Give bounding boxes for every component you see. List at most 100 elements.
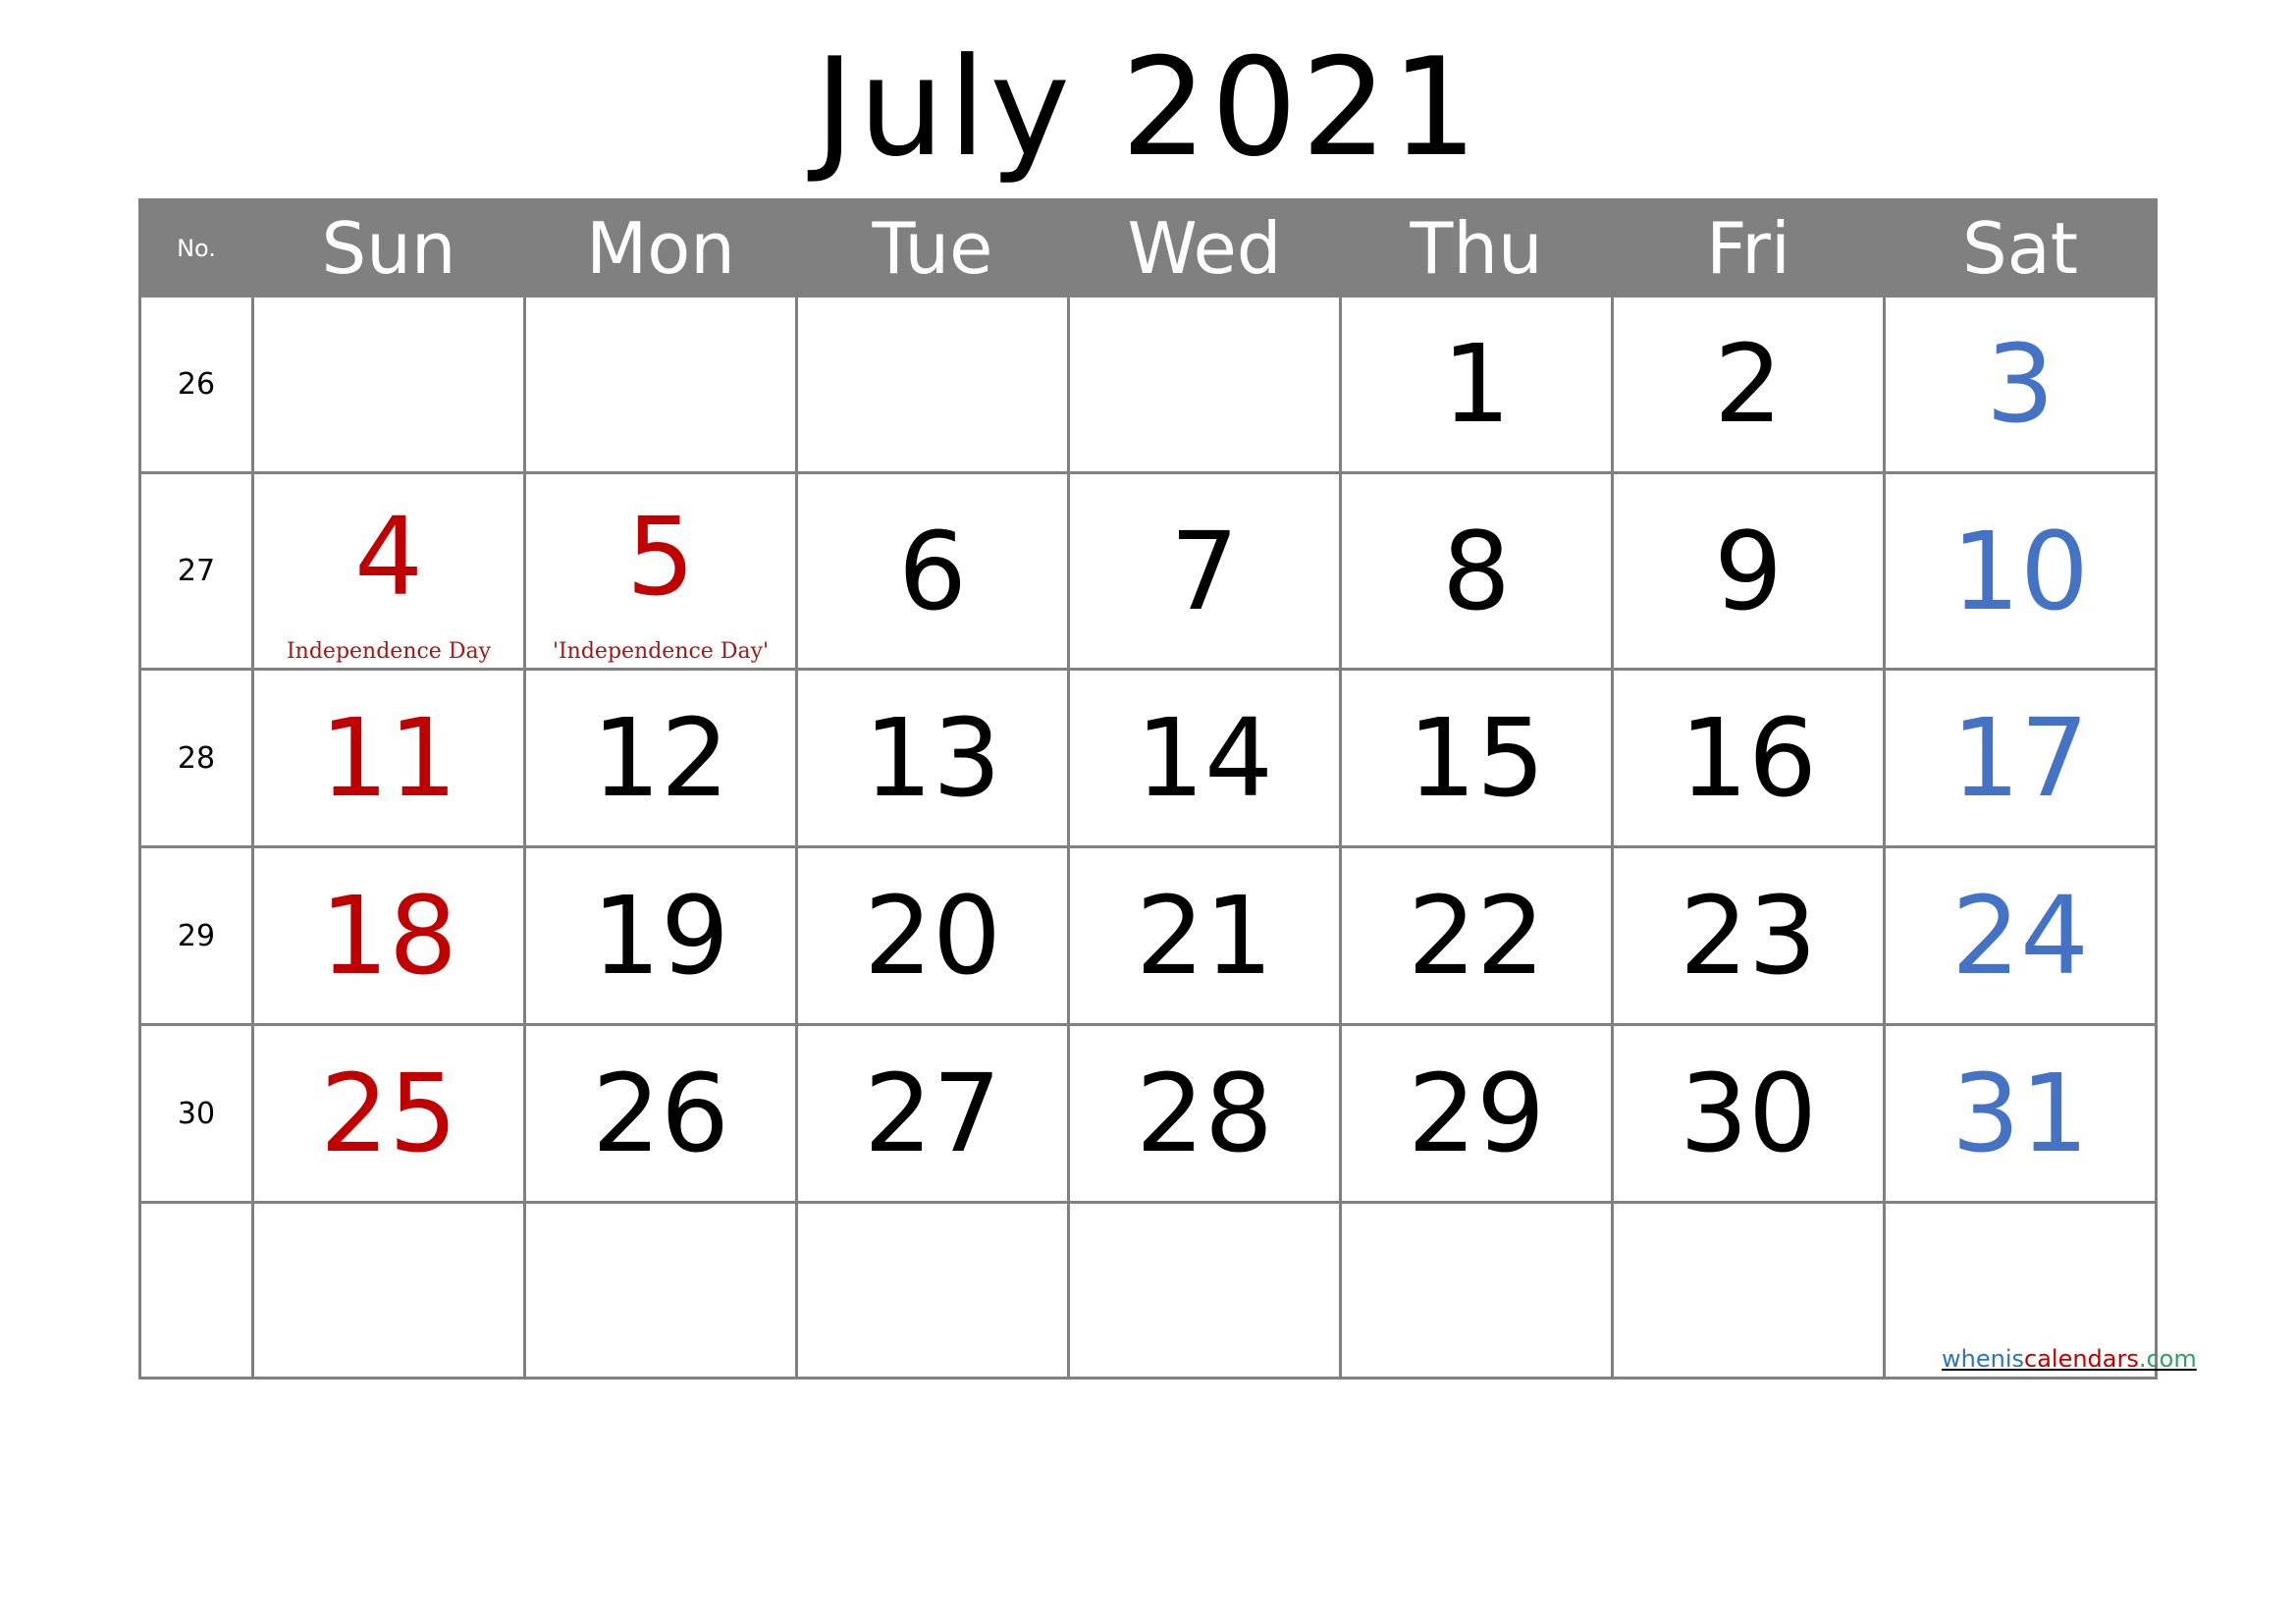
day-cell[interactable]: [1611, 1201, 1886, 1380]
day-cell[interactable]: 22: [1339, 845, 1614, 1027]
watermark-part-3: .com: [2138, 1345, 2197, 1373]
week-row: 29 18 19 20 21 22 23 24: [138, 845, 2158, 1027]
day-cell[interactable]: 28: [1067, 1023, 1342, 1205]
day-number: 10: [1951, 508, 2089, 634]
weekday-wed: Wed: [1067, 198, 1342, 298]
day-cell[interactable]: [1067, 1201, 1342, 1380]
week-number: 29: [138, 845, 254, 1027]
day-cell[interactable]: 29: [1339, 1023, 1614, 1205]
day-cell[interactable]: [251, 1201, 526, 1380]
day-number: 11: [320, 695, 457, 822]
day-number: 4: [354, 493, 423, 620]
week-row: 27 4 Independence Day 5 'Independence Day' 6 7…: [138, 470, 2158, 672]
day-cell[interactable]: 9: [1611, 470, 1886, 672]
day-cell[interactable]: 14: [1067, 668, 1342, 849]
weekday-sun: Sun: [251, 198, 526, 298]
week-number: 30: [138, 1023, 254, 1205]
day-number: 28: [1136, 1051, 1273, 1177]
day-number: 16: [1680, 695, 1817, 822]
day-number: 18: [320, 873, 457, 1000]
day-number: 20: [864, 873, 1001, 1000]
day-cell[interactable]: [795, 295, 1070, 474]
day-number: 26: [592, 1051, 729, 1177]
day-cell[interactable]: 21: [1067, 845, 1342, 1027]
day-cell[interactable]: [523, 295, 798, 474]
day-number: 24: [1951, 873, 2089, 1000]
weekday-fri: Fri: [1611, 198, 1886, 298]
day-number: 7: [1170, 508, 1239, 634]
day-number: 6: [898, 508, 967, 634]
day-number: 27: [864, 1051, 1001, 1177]
day-number: 25: [320, 1051, 457, 1177]
day-number: 23: [1680, 873, 1817, 1000]
day-cell[interactable]: 7: [1067, 470, 1342, 672]
day-cell[interactable]: 17: [1883, 668, 2158, 849]
day-cell[interactable]: 10: [1883, 470, 2158, 672]
day-cell[interactable]: 12: [523, 668, 798, 849]
weekday-thu: Thu: [1339, 198, 1614, 298]
watermark-part-1: whenis: [1942, 1345, 2024, 1373]
day-cell[interactable]: [523, 1201, 798, 1380]
day-cell[interactable]: 8: [1339, 470, 1614, 672]
day-number: 5: [626, 493, 695, 620]
day-cell[interactable]: 25: [251, 1023, 526, 1205]
day-cell[interactable]: 31: [1883, 1023, 2158, 1205]
calendar-grid: No. Sun Mon Tue Wed Thu Fri Sat 26 1 2 3 27 4…: [138, 198, 2158, 1380]
day-number: 13: [864, 695, 1001, 822]
day-cell[interactable]: 4 Independence Day: [251, 470, 526, 672]
day-number: 1: [1442, 321, 1511, 448]
day-cell[interactable]: 26: [523, 1023, 798, 1205]
day-cell[interactable]: 18: [251, 845, 526, 1027]
weekday-header-row: No. Sun Mon Tue Wed Thu Fri Sat: [138, 198, 2158, 298]
day-cell[interactable]: 20: [795, 845, 1070, 1027]
day-cell[interactable]: 5 'Independence Day': [523, 470, 798, 672]
week-number: 26: [138, 295, 254, 474]
watermark-link[interactable]: wheniscalendars.com: [1942, 1345, 2197, 1373]
day-number: 21: [1136, 873, 1273, 1000]
day-number: 8: [1442, 508, 1511, 634]
day-cell[interactable]: 15: [1339, 668, 1614, 849]
day-cell[interactable]: 19: [523, 845, 798, 1027]
day-cell[interactable]: 11: [251, 668, 526, 849]
day-cell[interactable]: 23: [1611, 845, 1886, 1027]
day-number: 3: [1986, 321, 2055, 448]
week-row: 30 25 26 27 28 29 30 31: [138, 1023, 2158, 1205]
day-number: 14: [1136, 695, 1273, 822]
day-cell[interactable]: [251, 295, 526, 474]
day-cell[interactable]: [1067, 295, 1342, 474]
holiday-label: Independence Day: [286, 639, 492, 665]
day-number: 2: [1714, 321, 1783, 448]
day-number: 19: [592, 873, 729, 1000]
day-cell[interactable]: 24: [1883, 845, 2158, 1027]
watermark-part-2: calendars: [2024, 1345, 2139, 1373]
day-number: 30: [1680, 1051, 1817, 1177]
week-row: 26 1 2 3: [138, 295, 2158, 474]
day-cell[interactable]: 2: [1611, 295, 1886, 474]
day-cell[interactable]: 13: [795, 668, 1070, 849]
weekday-mon: Mon: [523, 198, 798, 298]
weekday-tue: Tue: [795, 198, 1070, 298]
day-cell[interactable]: [1339, 1201, 1614, 1380]
day-number: 12: [592, 695, 729, 822]
holiday-label: 'Independence Day': [552, 639, 770, 665]
week-number: 27: [138, 470, 254, 672]
day-cell[interactable]: 27: [795, 1023, 1070, 1205]
week-row: 28 11 12 13 14 15 16 17: [138, 668, 2158, 849]
day-cell[interactable]: 1: [1339, 295, 1614, 474]
calendar-title: July 2021: [814, 28, 1482, 187]
day-cell[interactable]: [795, 1201, 1070, 1380]
day-number: 31: [1951, 1051, 2089, 1177]
day-cell[interactable]: 3: [1883, 295, 2158, 474]
day-number: 29: [1408, 1051, 1545, 1177]
week-row: [138, 1201, 2158, 1380]
week-number: 28: [138, 668, 254, 849]
day-number: 17: [1951, 695, 2089, 822]
day-cell[interactable]: 6: [795, 470, 1070, 672]
day-number: 9: [1714, 508, 1783, 634]
week-number: [138, 1201, 254, 1380]
weekday-sat: Sat: [1883, 198, 2158, 298]
week-number-header: No.: [138, 198, 254, 298]
day-cell[interactable]: 16: [1611, 668, 1886, 849]
day-number: 22: [1408, 873, 1545, 1000]
day-cell[interactable]: 30: [1611, 1023, 1886, 1205]
